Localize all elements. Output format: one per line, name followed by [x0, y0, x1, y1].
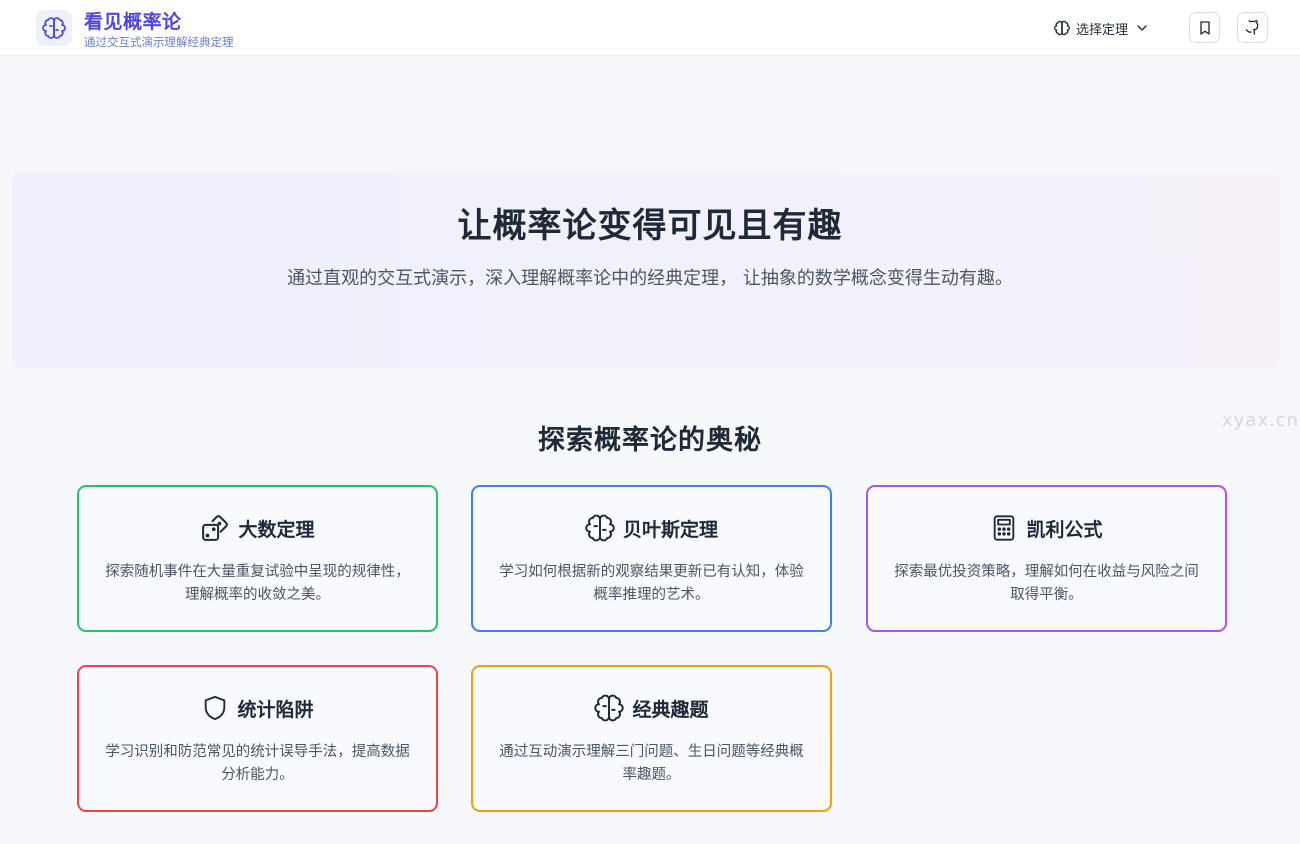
card-title: 大数定理: [238, 518, 315, 541]
theorem-select-dropdown[interactable]: 选择定理: [1054, 16, 1150, 40]
calculator-icon: [994, 515, 1015, 541]
bookmark-button[interactable]: [1189, 12, 1220, 43]
shield-icon: [205, 695, 226, 721]
card-kelly-formula[interactable]: 凯利公式 探索最优投资策略，理解如何在收益与风险之间取得平衡。: [866, 485, 1227, 632]
card-description: 探索最优投资策略，理解如何在收益与风险之间取得平衡。: [894, 564, 1199, 603]
card-description: 探索随机事件在大量重复试验中呈现的规律性，理解概率的收敛之美。: [105, 564, 410, 603]
card-description: 学习识别和防范常见的统计误导手法，提高数据分析能力。: [105, 744, 410, 783]
section-title: 探索概率论的奥秘: [538, 425, 762, 456]
github-icon: [1245, 19, 1258, 35]
dice-icon: [202, 515, 229, 541]
card-statistical-traps[interactable]: 统计陷阱 学习识别和防范常见的统计误导手法，提高数据分析能力。: [77, 665, 438, 812]
card-title: 统计陷阱: [237, 698, 314, 721]
brain-icon: [1054, 20, 1070, 36]
bookmark-icon: [1199, 20, 1210, 35]
brain-icon: [585, 514, 615, 542]
card-law-of-large-numbers[interactable]: 大数定理 探索随机事件在大量重复试验中呈现的规律性，理解概率的收敛之美。: [77, 485, 438, 632]
card-title: 凯利公式: [1026, 518, 1103, 541]
hero-description: 通过直观的交互式演示，深入理解概率论中的经典定理， 让抽象的数学概念变得生动有趣…: [287, 268, 1013, 289]
card-bayes-theorem[interactable]: 贝叶斯定理 学习如何根据新的观察结果更新已有认知，体验概率推理的艺术。: [471, 485, 832, 632]
top-header: 看见概率论 通过交互式演示理解经典定理 选择定理: [0, 0, 1300, 56]
hero-title: 让概率论变得可见且有趣: [457, 206, 843, 246]
theorem-select-label: 选择定理: [1076, 22, 1129, 38]
card-title: 贝叶斯定理: [622, 518, 718, 541]
github-button[interactable]: [1237, 12, 1268, 43]
card-description: 学习如何根据新的观察结果更新已有认知，体验概率推理的艺术。: [499, 564, 804, 603]
brain-icon: [594, 694, 625, 722]
app-subtitle: 通过交互式演示理解经典定理: [84, 35, 234, 49]
brain-icon: [42, 17, 66, 39]
card-title: 经典趣题: [632, 698, 709, 721]
card-description: 通过互动演示理解三门问题、生日问题等经典概率趣题。: [499, 744, 804, 783]
logo[interactable]: [36, 10, 72, 46]
chevron-down-icon: [1137, 25, 1147, 31]
app-title[interactable]: 看见概率论: [84, 7, 182, 34]
card-classic-puzzles[interactable]: 经典趣题 通过互动演示理解三门问题、生日问题等经典概率趣题。: [471, 665, 832, 812]
